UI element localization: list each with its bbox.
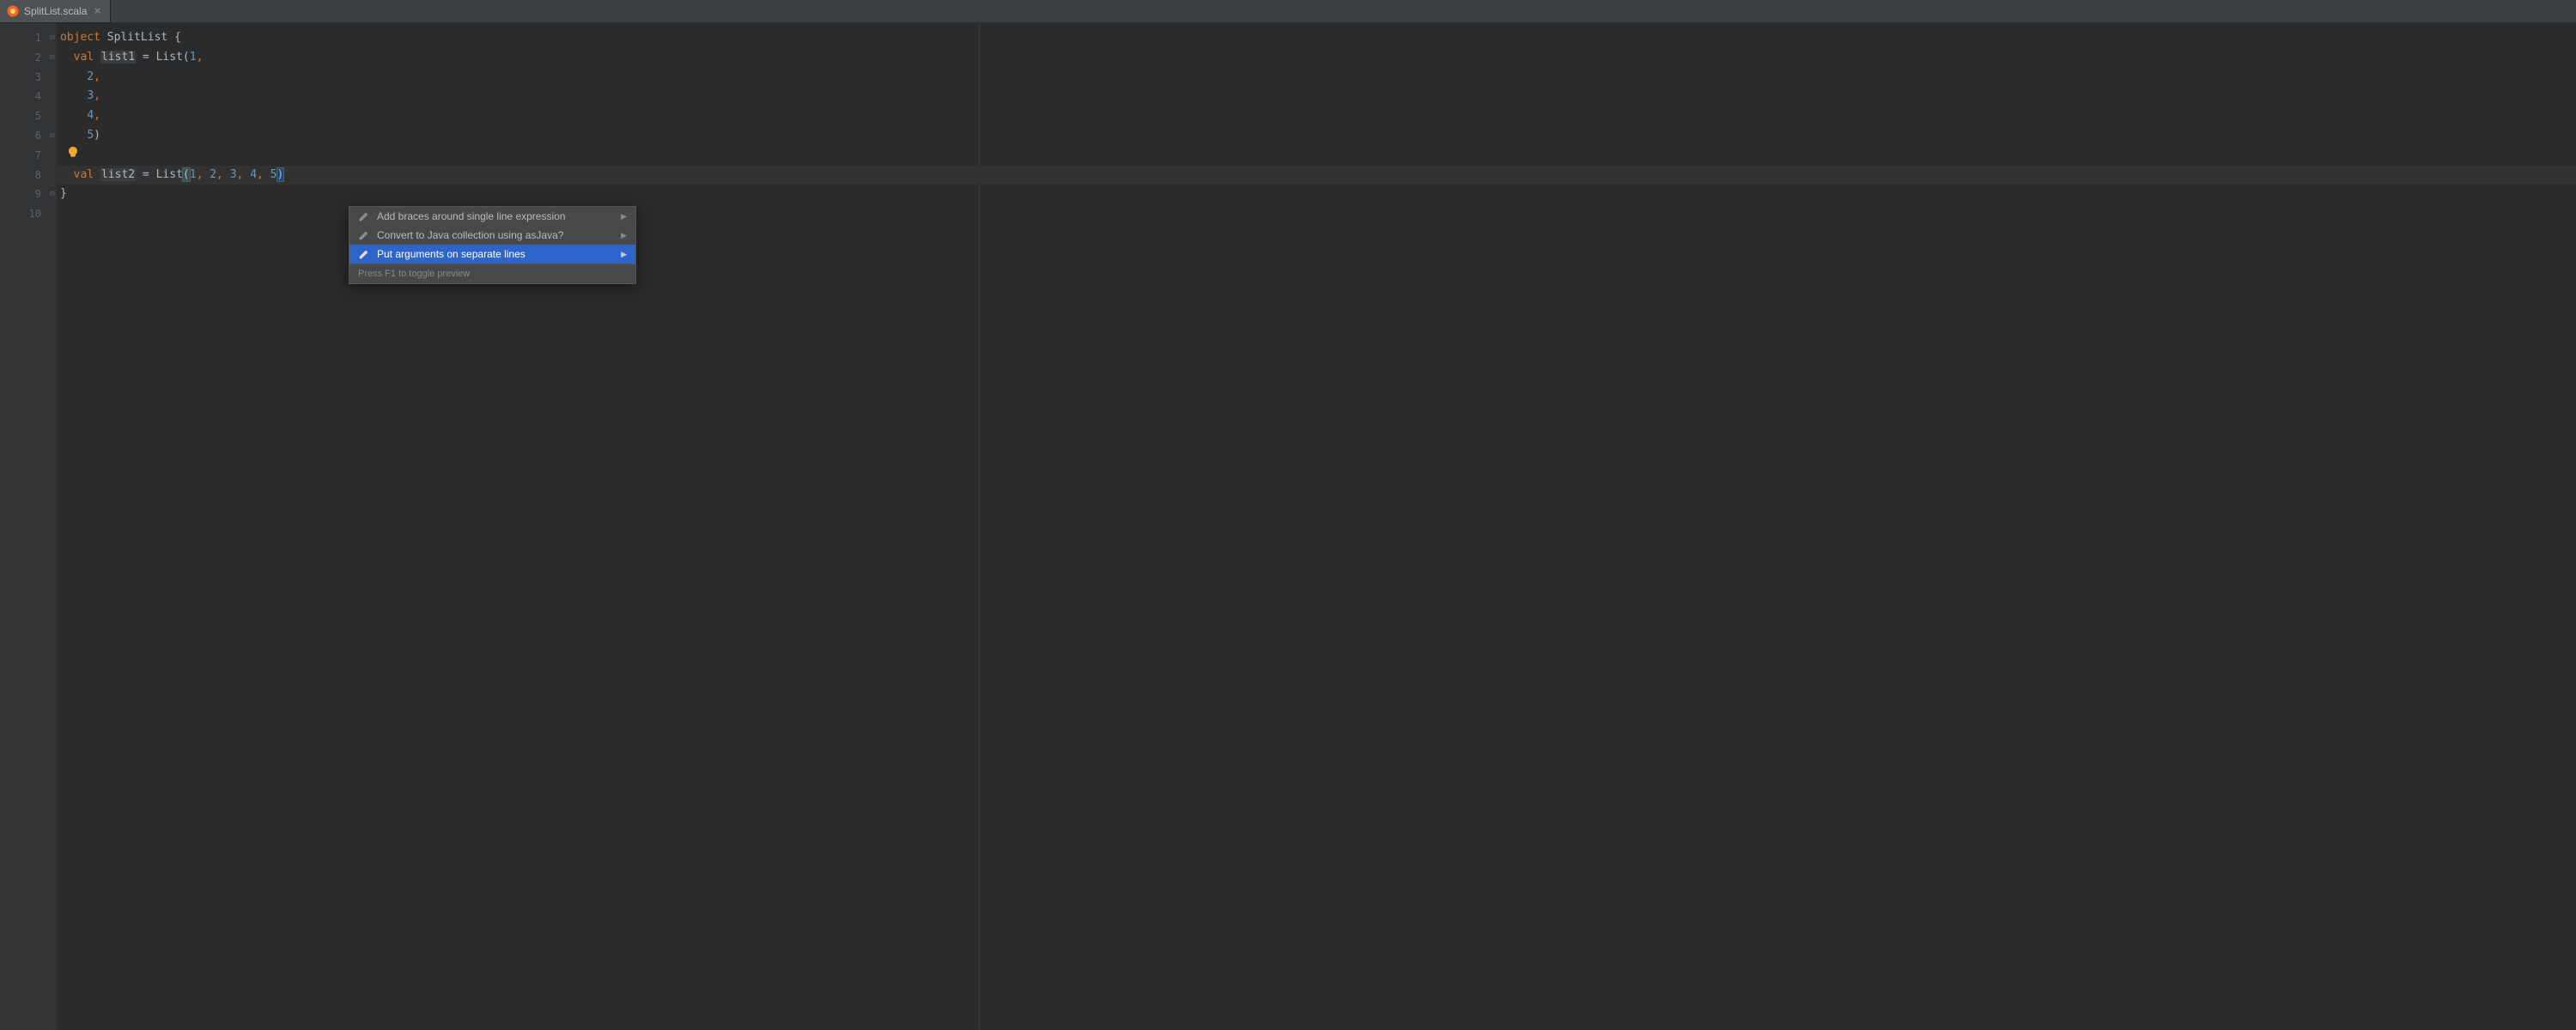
code-line[interactable] bbox=[57, 146, 2576, 166]
line-number[interactable]: 5 bbox=[5, 106, 57, 126]
line-number[interactable]: 7 bbox=[5, 146, 57, 166]
close-icon[interactable]: × bbox=[92, 4, 102, 18]
intention-footer-hint: Press F1 to toggle preview bbox=[349, 264, 635, 283]
line-number[interactable]: 10 bbox=[5, 204, 57, 224]
chevron-right-icon: ▶ bbox=[621, 231, 627, 240]
tab-bar: SplitList.scala × bbox=[0, 0, 2576, 23]
line-number[interactable]: 3 bbox=[5, 68, 57, 88]
gutter: 1⊟ 2⊟ 3 4 5 6⊟ 7 8 9⊟ 10 bbox=[5, 23, 57, 1030]
code-line[interactable]: val list1 = List(1, bbox=[57, 48, 2576, 68]
code-line[interactable]: object SplitList { bbox=[57, 28, 2576, 48]
tab-filename: SplitList.scala bbox=[24, 5, 87, 17]
intention-bulb-icon[interactable] bbox=[67, 146, 79, 158]
line-number[interactable]: 1⊟ bbox=[5, 28, 57, 48]
code-line[interactable]: 4, bbox=[57, 106, 2576, 126]
scala-file-icon bbox=[7, 5, 19, 17]
code-area[interactable]: object SplitList { val list1 = List(1, 2… bbox=[57, 23, 2576, 1030]
line-number[interactable]: 6⊟ bbox=[5, 126, 57, 146]
intention-item-separate-lines[interactable]: Put arguments on separate lines ▶ bbox=[349, 245, 635, 264]
fold-open-icon[interactable]: ⊟ bbox=[48, 53, 57, 62]
file-tab[interactable]: SplitList.scala × bbox=[0, 0, 111, 22]
line-number[interactable]: 2⊟ bbox=[5, 48, 57, 68]
fold-close-icon[interactable]: ⊟ bbox=[48, 131, 57, 140]
line-number[interactable]: 9⊟ bbox=[5, 185, 57, 204]
code-line[interactable]: 5) bbox=[57, 126, 2576, 146]
editor: 1⊟ 2⊟ 3 4 5 6⊟ 7 8 9⊟ 10 object SplitLis… bbox=[0, 23, 2576, 1030]
intention-label: Add braces around single line expression bbox=[377, 210, 565, 222]
edit-icon bbox=[358, 210, 370, 222]
chevron-right-icon: ▶ bbox=[621, 250, 627, 259]
edit-icon bbox=[358, 248, 370, 260]
code-line-current[interactable]: val list2 = List(1, 2, 3, 4, 5) bbox=[57, 166, 2576, 185]
code-line[interactable]: 3, bbox=[57, 87, 2576, 106]
edit-icon bbox=[358, 229, 370, 241]
line-number[interactable]: 8 bbox=[5, 166, 57, 185]
code-line[interactable]: 2, bbox=[57, 68, 2576, 88]
code-line[interactable]: } bbox=[57, 185, 2576, 204]
intention-item-convert-java[interactable]: Convert to Java collection using asJava?… bbox=[349, 226, 635, 245]
intention-item-add-braces[interactable]: Add braces around single line expression… bbox=[349, 207, 635, 226]
line-number[interactable]: 4 bbox=[5, 87, 57, 106]
fold-open-icon[interactable]: ⊟ bbox=[48, 33, 57, 42]
intention-label: Convert to Java collection using asJava? bbox=[377, 229, 563, 241]
intention-label: Put arguments on separate lines bbox=[377, 248, 526, 260]
intention-actions-popup: Add braces around single line expression… bbox=[349, 206, 636, 284]
fold-close-icon[interactable]: ⊟ bbox=[48, 191, 57, 199]
chevron-right-icon: ▶ bbox=[621, 212, 627, 221]
